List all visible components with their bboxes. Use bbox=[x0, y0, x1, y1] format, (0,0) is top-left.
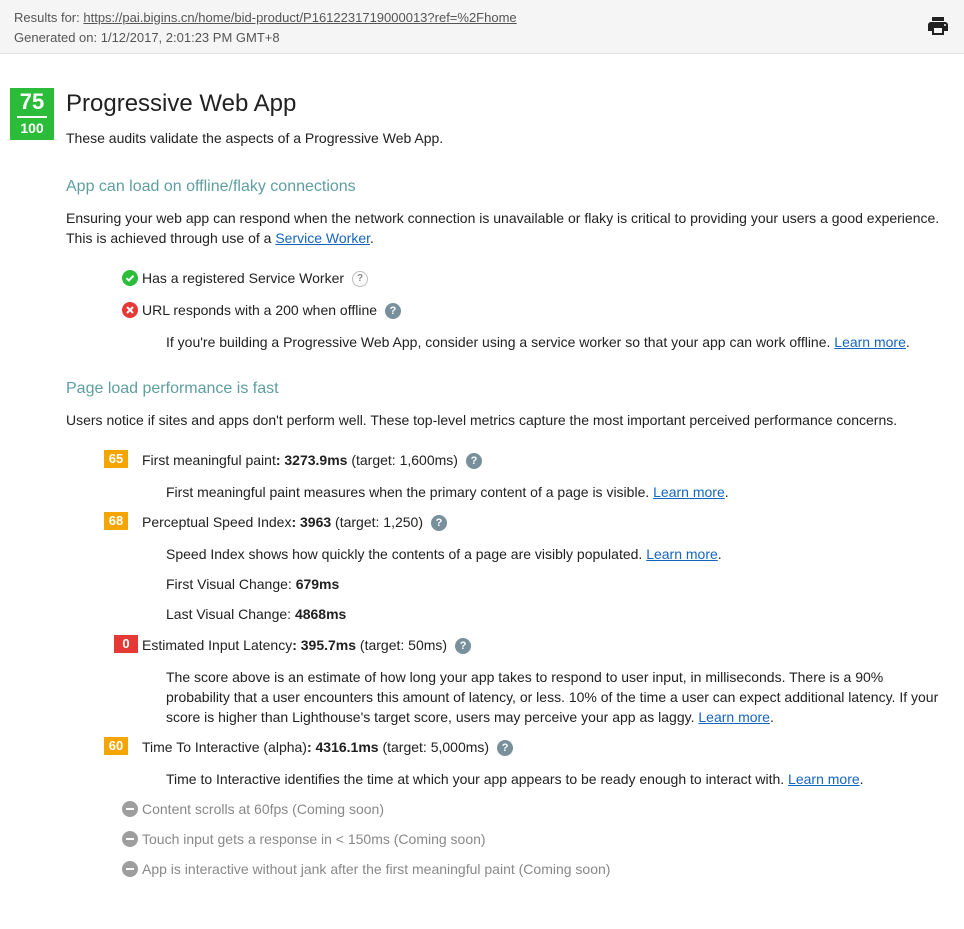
service-worker-link[interactable]: Service Worker bbox=[275, 230, 370, 246]
score-value: 75 bbox=[19, 89, 45, 114]
help-icon[interactable]: ? bbox=[455, 638, 472, 655]
category-title: Progressive Web App bbox=[66, 90, 297, 117]
detail-text: Time to Interactive identifies the time … bbox=[166, 771, 789, 787]
minus-circle-icon bbox=[122, 801, 138, 817]
results-url-link[interactable]: https://pai.bigins.cn/home/bid-product/P… bbox=[83, 10, 516, 25]
audit-label: URL responds with a 200 when offline bbox=[142, 302, 378, 318]
audit-first-meaningful-paint: 65 First meaningful paint: 3273.9ms (tar… bbox=[104, 450, 946, 470]
metric-detail: Time to Interactive identifies the time … bbox=[166, 771, 864, 787]
learn-more-link[interactable]: Learn more bbox=[646, 546, 718, 562]
metric-value: : 3963 bbox=[291, 514, 332, 530]
audit-200-offline: URL responds with a 200 when offline? bbox=[122, 300, 946, 320]
metric-score: 68 bbox=[104, 512, 128, 530]
metric-target: (target: 5,000ms) bbox=[378, 739, 490, 755]
metric-detail: First meaningful paint measures when the… bbox=[166, 484, 729, 500]
audit-speed-index: 68 Perceptual Speed Index: 3963 (target:… bbox=[104, 512, 946, 532]
metric-label: First meaningful paint bbox=[142, 452, 276, 468]
audit-time-to-interactive: 60 Time To Interactive (alpha): 4316.1ms… bbox=[104, 737, 946, 757]
learn-more-link[interactable]: Learn more bbox=[834, 334, 906, 350]
metric-value: : 3273.9ms bbox=[275, 452, 348, 468]
metric-target: (target: 1,250) bbox=[331, 514, 423, 530]
metric-score: 0 bbox=[114, 635, 138, 653]
section-heading-offline: App can load on offline/flaky connection… bbox=[66, 178, 356, 195]
fail-icon bbox=[122, 302, 138, 318]
help-icon[interactable]: ? bbox=[352, 271, 369, 288]
audit-label: Has a registered Service Worker bbox=[142, 270, 345, 286]
minus-circle-icon bbox=[122, 831, 138, 847]
report-content: Progressive Web App These audits validat… bbox=[66, 88, 946, 879]
score-total: 100 bbox=[20, 120, 44, 136]
learn-more-link[interactable]: Learn more bbox=[698, 709, 770, 725]
last-visual-value: 4868ms bbox=[294, 606, 347, 622]
report-header: Results for: https://pai.bigins.cn/home/… bbox=[0, 0, 964, 54]
generated-on: Generated on: 1/12/2017, 2:01:23 PM GMT+… bbox=[14, 30, 280, 45]
audit-coming-soon: Content scrolls at 60fps (Coming soon) bbox=[122, 799, 946, 819]
offline-desc-suffix: . bbox=[370, 230, 374, 246]
first-visual-value: 679ms bbox=[295, 576, 340, 592]
detail-text: The score above is an estimate of how lo… bbox=[166, 669, 939, 725]
detail-text: First meaningful paint measures when the… bbox=[166, 484, 654, 500]
category-description: These audits validate the aspects of a P… bbox=[66, 130, 444, 146]
audit-label: App is interactive without jank after th… bbox=[142, 861, 611, 877]
metric-score: 65 bbox=[104, 450, 128, 468]
results-prefix: Results for: bbox=[14, 10, 80, 25]
help-icon[interactable]: ? bbox=[497, 740, 514, 757]
help-icon[interactable]: ? bbox=[385, 303, 402, 320]
detail-text: Speed Index shows how quickly the conten… bbox=[166, 546, 647, 562]
metric-target: (target: 1,600ms) bbox=[347, 452, 458, 468]
offline-desc-text: Ensuring your web app can respond when t… bbox=[66, 210, 940, 246]
audit-label: Content scrolls at 60fps (Coming soon) bbox=[142, 801, 384, 817]
section-description-performance: Users notice if sites and apps don't per… bbox=[66, 412, 898, 428]
learn-more-link[interactable]: Learn more bbox=[653, 484, 725, 500]
audit-label: Touch input gets a response in < 150ms (… bbox=[142, 831, 486, 847]
audit-coming-soon: Touch input gets a response in < 150ms (… bbox=[122, 829, 946, 849]
audit-estimated-input-latency: 0 Estimated Input Latency: 395.7ms (targ… bbox=[114, 635, 946, 655]
metric-detail: Speed Index shows how quickly the conten… bbox=[166, 546, 722, 562]
metric-target: (target: 50ms) bbox=[356, 637, 448, 653]
audit-registered-sw: Has a registered Service Worker? bbox=[122, 268, 946, 288]
first-visual-change: First Visual Change: 679ms bbox=[166, 574, 946, 594]
metric-label: Time To Interactive (alpha) bbox=[142, 739, 307, 755]
help-icon[interactable]: ? bbox=[465, 453, 482, 470]
section-heading-performance: Page load performance is fast bbox=[66, 380, 279, 397]
metric-label: Perceptual Speed Index bbox=[142, 514, 292, 530]
audit-coming-soon: App is interactive without jank after th… bbox=[122, 859, 946, 879]
learn-more-link[interactable]: Learn more bbox=[788, 771, 860, 787]
detail-text: If you're building a Progressive Web App… bbox=[166, 334, 835, 350]
help-icon[interactable]: ? bbox=[430, 515, 447, 532]
results-for: Results for: https://pai.bigins.cn/home/… bbox=[14, 8, 950, 28]
check-icon bbox=[122, 270, 138, 286]
minus-circle-icon bbox=[122, 861, 138, 877]
metric-detail: The score above is an estimate of how lo… bbox=[166, 669, 939, 725]
first-visual-label: First Visual Change: bbox=[166, 576, 296, 592]
last-visual-label: Last Visual Change: bbox=[166, 606, 295, 622]
print-icon[interactable] bbox=[926, 14, 950, 38]
metric-value: : 395.7ms bbox=[292, 637, 357, 653]
section-description-offline: Ensuring your web app can respond when t… bbox=[66, 208, 946, 248]
metric-score: 60 bbox=[104, 737, 128, 755]
metric-value: : 4316.1ms bbox=[306, 739, 379, 755]
last-visual-change: Last Visual Change: 4868ms bbox=[166, 604, 946, 624]
metric-label: Estimated Input Latency bbox=[142, 637, 293, 653]
audit-detail: If you're building a Progressive Web App… bbox=[166, 334, 910, 350]
category-score-badge: 75 100 bbox=[10, 88, 54, 140]
